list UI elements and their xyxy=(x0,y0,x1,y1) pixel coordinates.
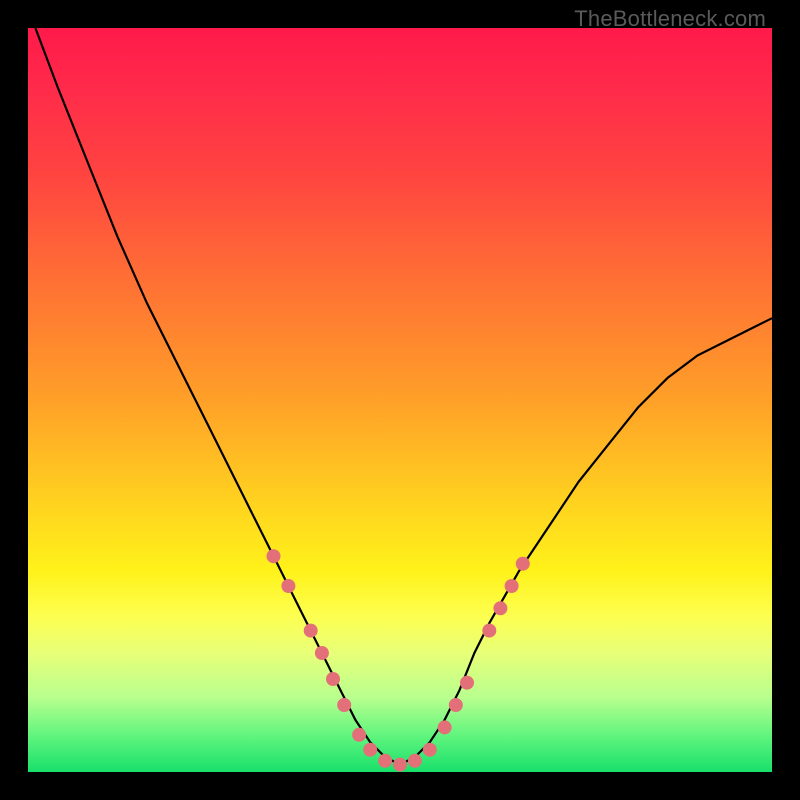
curve-marker xyxy=(315,646,329,660)
marker-group xyxy=(267,549,530,771)
bottleneck-curve-path xyxy=(35,28,772,765)
curve-marker xyxy=(482,624,496,638)
chart-frame: TheBottleneck.com xyxy=(0,0,800,800)
curve-marker xyxy=(449,698,463,712)
curve-marker xyxy=(393,758,407,772)
gradient-plot-area xyxy=(28,28,772,772)
curve-marker xyxy=(363,743,377,757)
curve-marker xyxy=(438,720,452,734)
curve-marker xyxy=(281,579,295,593)
curve-marker xyxy=(408,754,422,768)
curve-marker xyxy=(423,743,437,757)
curve-marker xyxy=(378,754,392,768)
curve-marker xyxy=(460,676,474,690)
watermark-text: TheBottleneck.com xyxy=(574,6,766,32)
curve-marker xyxy=(493,601,507,615)
curve-marker xyxy=(267,549,281,563)
curve-marker xyxy=(337,698,351,712)
curve-marker xyxy=(304,624,318,638)
curve-marker xyxy=(516,557,530,571)
curve-layer xyxy=(28,28,772,772)
curve-marker xyxy=(352,728,366,742)
curve-marker xyxy=(326,672,340,686)
curve-marker xyxy=(505,579,519,593)
